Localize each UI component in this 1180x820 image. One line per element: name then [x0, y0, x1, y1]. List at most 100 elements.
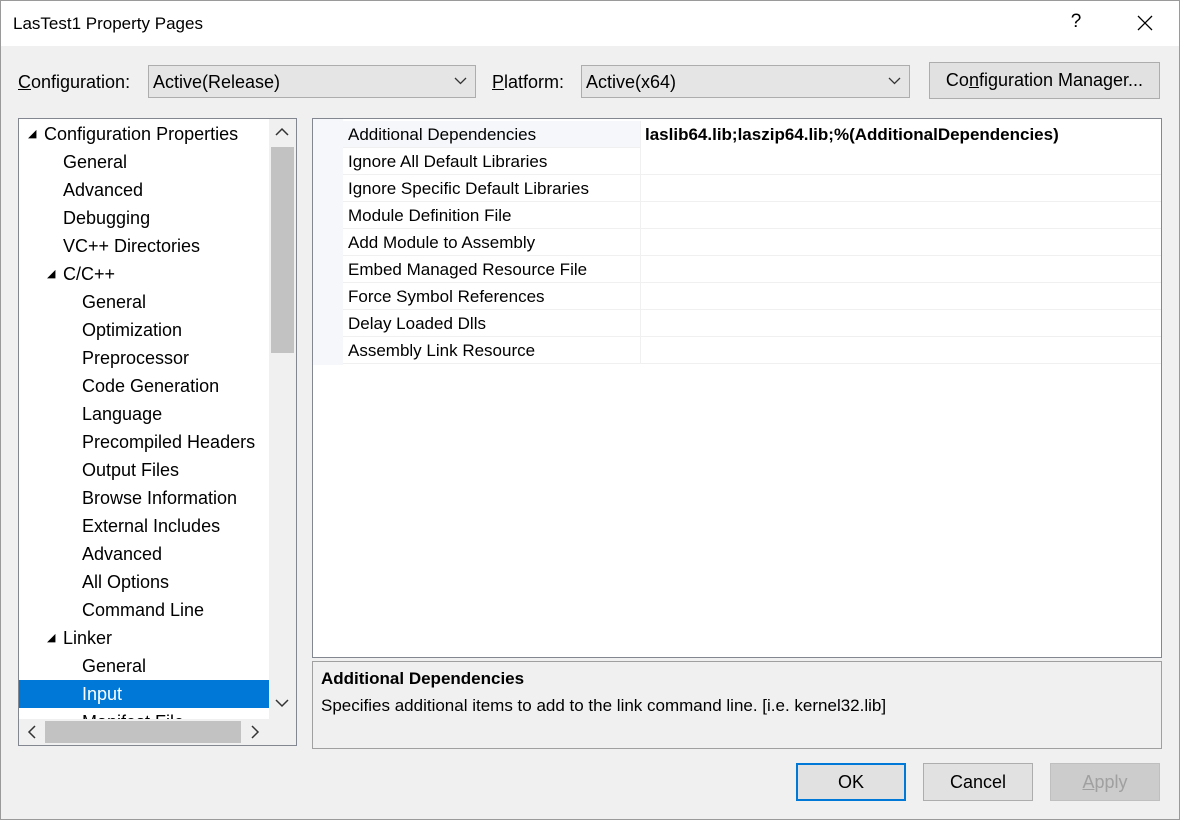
grid-margin — [313, 119, 343, 365]
property-name: Additional Dependencies — [348, 125, 537, 144]
tree-item-label: Debugging — [63, 208, 151, 228]
platform-label: Platform: — [492, 72, 565, 92]
close-button[interactable] — [1125, 5, 1165, 41]
tree-item-label: General — [82, 656, 147, 676]
property-name: Assembly Link Resource — [348, 341, 536, 360]
tree-item[interactable]: ◢ Linker — [19, 624, 269, 652]
tree-item-label: Preprocessor — [82, 348, 190, 368]
cancel-button[interactable]: Cancel — [923, 763, 1033, 801]
description-title: Additional Dependencies — [321, 669, 525, 688]
apply-button[interactable]: Apply — [1050, 763, 1160, 801]
scroll-down-icon[interactable] — [275, 699, 289, 708]
tree-item-label: Optimization — [82, 320, 183, 340]
tree-item[interactable]: External Includes — [19, 512, 269, 540]
column-divider — [640, 229, 641, 256]
ok-button[interactable]: OK — [796, 763, 906, 801]
tree-item[interactable]: Output Files — [19, 456, 269, 484]
close-icon — [1137, 15, 1153, 31]
scrollbar-thumb[interactable] — [45, 721, 241, 743]
property-name: Ignore All Default Libraries — [348, 152, 548, 171]
property-row[interactable]: Module Definition File — [343, 202, 1161, 229]
description-pane: Additional Dependencies Specifies additi… — [312, 661, 1162, 749]
property-name: Delay Loaded Dlls — [348, 314, 486, 333]
chevron-down-icon — [888, 77, 901, 85]
tree-item-label: Code Generation — [82, 376, 220, 396]
tree-item[interactable]: Browse Information — [19, 484, 269, 512]
property-name: Force Symbol References — [348, 287, 545, 306]
expand-arrow-icon[interactable]: ◢ — [47, 624, 55, 652]
property-grid[interactable]: Additional Dependencies laslib64.lib;lasz… — [312, 118, 1162, 658]
tree-item[interactable]: Advanced — [19, 540, 269, 568]
tree-item[interactable]: General — [19, 652, 269, 680]
tree-item-label: Linker — [63, 628, 113, 648]
tree-items: ◢ Configuration Properties General Advanced… — [19, 119, 269, 719]
platform-dropdown[interactable]: Active(x64) — [581, 65, 910, 98]
tree-item[interactable]: Debugging — [19, 204, 269, 232]
property-row[interactable]: Delay Loaded Dlls — [343, 310, 1161, 337]
column-divider — [640, 310, 641, 337]
configuration-manager-button[interactable]: Configuration Manager... — [929, 62, 1160, 99]
property-row[interactable]: Additional Dependencies laslib64.lib;lasz… — [343, 121, 1161, 148]
help-button[interactable]: ? — [1069, 11, 1083, 33]
platform-value: Active(x64) — [586, 72, 677, 92]
tree-item[interactable]: Advanced — [19, 176, 269, 204]
tree-item[interactable]: General — [19, 148, 269, 176]
expand-arrow-icon[interactable]: ◢ — [47, 260, 55, 288]
tree-item[interactable]: ◢ C/C++ — [19, 260, 269, 288]
tree-item[interactable]: Input — [19, 680, 269, 708]
column-divider — [640, 283, 641, 310]
property-tree[interactable]: ◢ Configuration Properties General Advanced… — [18, 118, 297, 746]
tree-horizontal-scrollbar[interactable] — [19, 719, 296, 745]
tree-item-label: All Options — [82, 572, 170, 592]
column-divider — [640, 121, 641, 148]
tree-item-label: Command Line — [82, 600, 205, 620]
tree-item-label: Precompiled Headers — [82, 432, 256, 452]
property-name: Embed Managed Resource File — [348, 260, 588, 279]
tree-item[interactable]: Optimization — [19, 316, 269, 344]
tree-item-label: Manifest File — [82, 708, 184, 719]
tree-item-label: C/C++ — [63, 264, 116, 284]
tree-item[interactable]: All Options — [19, 568, 269, 596]
column-divider — [640, 175, 641, 202]
tree-item-label: Advanced — [63, 180, 144, 200]
property-row[interactable]: Force Symbol References — [343, 283, 1161, 310]
configuration-value: Active(Release) — [153, 72, 281, 92]
tree-item[interactable]: Code Generation — [19, 372, 269, 400]
tree-item[interactable]: Language — [19, 400, 269, 428]
tree-item[interactable]: Preprocessor — [19, 344, 269, 372]
property-row[interactable]: Add Module to Assembly — [343, 229, 1161, 256]
tree-item-label: External Includes — [82, 516, 221, 536]
tree-item-label: Input — [82, 684, 123, 704]
scroll-right-icon[interactable] — [251, 725, 260, 739]
configuration-label: Configuration: — [18, 72, 131, 92]
property-row[interactable]: Ignore Specific Default Libraries — [343, 175, 1161, 202]
tree-item-label: Language — [82, 404, 163, 424]
tree-item-label: Configuration Properties — [44, 124, 239, 144]
tree-item[interactable]: Command Line — [19, 596, 269, 624]
property-row[interactable]: Ignore All Default Libraries — [343, 148, 1161, 175]
title-bar: LasTest1 Property Pages ? — [0, 0, 1180, 46]
tree-item-label: VC++ Directories — [63, 236, 201, 256]
property-row[interactable]: Assembly Link Resource — [343, 337, 1161, 364]
tree-item[interactable]: VC++ Directories — [19, 232, 269, 260]
tree-vertical-scrollbar[interactable] — [269, 119, 296, 719]
property-name: Ignore Specific Default Libraries — [348, 179, 589, 198]
tree-item[interactable]: Precompiled Headers — [19, 428, 269, 456]
configuration-dropdown[interactable]: Active(Release) — [148, 65, 476, 98]
window-title: LasTest1 Property Pages — [13, 14, 203, 33]
description-text: Specifies additional items to add to the… — [321, 696, 887, 715]
tree-item-label: Browse Information — [82, 488, 238, 508]
property-value[interactable]: laslib64.lib;laszip64.lib;%(AdditionalDe… — [645, 125, 1059, 145]
property-name: Module Definition File — [348, 206, 512, 225]
expand-arrow-icon[interactable]: ◢ — [28, 120, 36, 148]
scroll-left-icon[interactable] — [27, 725, 36, 739]
property-row[interactable]: Embed Managed Resource File — [343, 256, 1161, 283]
tree-item[interactable]: ◢ Configuration Properties — [19, 120, 269, 148]
scrollbar-thumb[interactable] — [271, 147, 294, 353]
tree-item-label: Output Files — [82, 460, 180, 480]
tree-item[interactable]: General — [19, 288, 269, 316]
scroll-up-icon[interactable] — [275, 127, 289, 136]
tree-item[interactable]: Manifest File — [19, 708, 269, 719]
tree-item-label: General — [63, 152, 128, 172]
chevron-down-icon — [454, 77, 467, 85]
